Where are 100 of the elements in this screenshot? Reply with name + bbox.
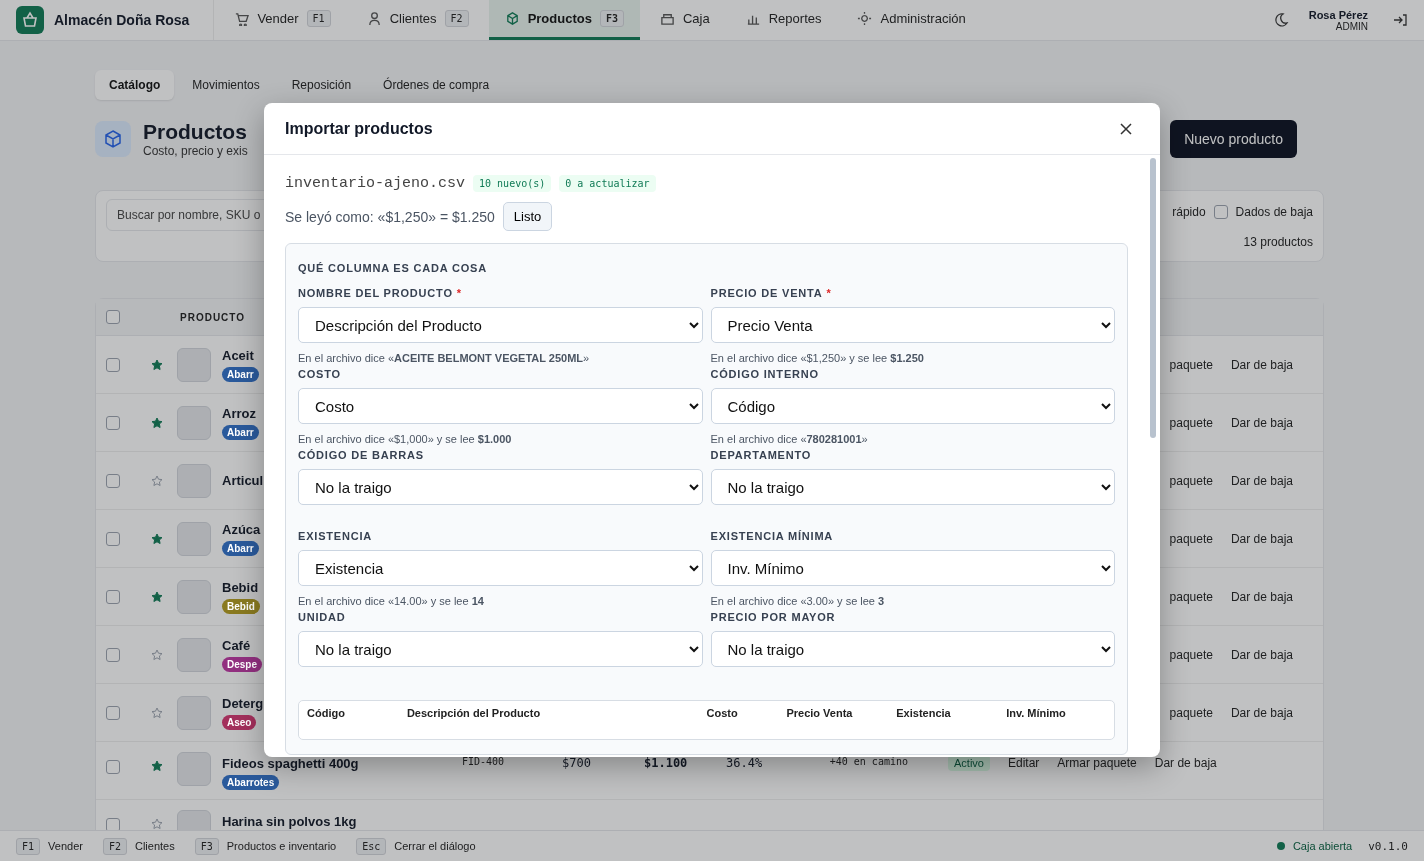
dialog-title: Importar productos: [285, 119, 433, 138]
nav-tab[interactable]: Clientes F2: [350, 0, 485, 40]
shortcut-key: F1: [16, 837, 41, 855]
shortcut-key: F2: [102, 837, 127, 855]
nav-tab[interactable]: Administración: [841, 0, 982, 40]
column-dropdown[interactable]: No la traigo: [710, 469, 1115, 505]
select-all-checkbox[interactable]: [106, 310, 120, 324]
star-icon[interactable]: [151, 416, 163, 429]
column-dropdown[interactable]: Costo: [298, 388, 703, 424]
column-dropdown[interactable]: Existencia: [298, 550, 703, 586]
star-icon[interactable]: [151, 818, 163, 830]
bundle-link[interactable]: paquete: [1169, 705, 1213, 720]
nav-tab[interactable]: Reportes: [729, 0, 838, 40]
bundle-link[interactable]: paquete: [1169, 589, 1213, 604]
subtab[interactable]: Catálogo: [95, 70, 175, 100]
bundle-link[interactable]: paquete: [1169, 531, 1213, 546]
price-cell-text: $1.100: [644, 756, 689, 770]
user-name: Rosa Pérez: [1308, 8, 1368, 21]
row-checkbox[interactable]: [106, 705, 120, 720]
product-name: Fideos spaghetti 400g: [222, 756, 360, 771]
deactivate-link[interactable]: Dar de baja: [1230, 647, 1293, 662]
bundle-link[interactable]: paquete: [1169, 415, 1213, 430]
section-title: QUÉ COLUMNA ES CADA COSA: [298, 262, 487, 274]
star-icon[interactable]: [151, 590, 163, 603]
new-product-button[interactable]: Nuevo producto: [1170, 120, 1297, 158]
deactivate-link[interactable]: Dar de baja: [1154, 756, 1217, 770]
star-icon[interactable]: [151, 358, 163, 371]
column-dropdown[interactable]: No la traigo: [298, 469, 703, 505]
row-checkbox[interactable]: [106, 357, 120, 372]
deactivate-link[interactable]: Dar de baja: [1230, 589, 1293, 604]
column-dropdown[interactable]: Descripción del Producto: [298, 307, 703, 343]
subtab[interactable]: Reposición: [277, 70, 366, 100]
product-name: Articul: [222, 473, 262, 488]
star-icon[interactable]: [151, 706, 163, 719]
margin-cell-text: 36.4%: [726, 756, 764, 770]
bundle-link[interactable]: paquete: [1169, 357, 1213, 372]
nav-tab[interactable]: Vender F1: [218, 0, 347, 40]
shortcut-key: F1: [306, 10, 331, 27]
subtab[interactable]: Órdenes de compra: [369, 70, 504, 100]
star-icon[interactable]: [151, 648, 163, 661]
star-icon[interactable]: [151, 760, 163, 772]
column-dropdown[interactable]: Inv. Mínimo: [710, 550, 1115, 586]
column-dropdown[interactable]: Código: [710, 388, 1115, 424]
deactivate-link[interactable]: Dar de baja: [1230, 705, 1293, 720]
nav-tab[interactable]: Caja: [644, 0, 726, 40]
checkbox-label: Dados de baja: [1235, 205, 1313, 219]
photo-placeholder: [177, 579, 211, 614]
register-icon: [660, 11, 675, 26]
category-tag: Despe: [222, 656, 262, 672]
deactivate-link[interactable]: Dar de baja: [1230, 415, 1293, 430]
bundle-link[interactable]: paquete: [1169, 647, 1213, 662]
row-checkbox[interactable]: [106, 589, 120, 604]
sample-hint: En el archivo dice «780281001»: [710, 433, 868, 445]
deactivate-link[interactable]: Dar de baja: [1230, 531, 1293, 546]
column-dropdown[interactable]: Precio Venta: [710, 307, 1115, 343]
photo-placeholder: [177, 521, 211, 556]
required-mark: *: [826, 287, 832, 301]
cart-icon: [234, 11, 250, 26]
field-label: CÓDIGO INTERNO: [710, 368, 819, 382]
scrollbar-thumb[interactable]: [1150, 158, 1156, 438]
star-icon[interactable]: [151, 532, 163, 545]
bundle-link[interactable]: Armar paquete: [1057, 756, 1137, 770]
status-dot-icon: [1276, 842, 1285, 850]
subtab[interactable]: Movimientos: [178, 70, 274, 100]
field-label: NOMBRE DEL PRODUCTO: [298, 287, 453, 301]
product-name: Aceit: [222, 347, 255, 363]
store-name: Almacén Doña Rosa: [54, 12, 190, 28]
column-dropdown[interactable]: No la traigo: [298, 631, 703, 667]
edit-link[interactable]: Editar: [1008, 756, 1040, 770]
product-name: Café: [222, 637, 252, 653]
deactivate-link[interactable]: Dar de baja: [1230, 357, 1293, 372]
column-header: PRODUCTO: [180, 311, 246, 323]
row-checkbox[interactable]: [106, 647, 120, 662]
field-label: PRECIO DE VENTA: [710, 287, 823, 301]
category-tag: Abarr: [222, 424, 259, 440]
column-dropdown[interactable]: No la traigo: [710, 631, 1115, 667]
column-header: Precio Venta: [786, 707, 854, 721]
gear-icon: [857, 11, 873, 26]
bundle-link[interactable]: paquete: [1169, 473, 1213, 488]
column-header: Código: [307, 707, 346, 721]
category-tag: Aseo: [222, 714, 257, 730]
product-count: 13 productos: [1243, 235, 1313, 249]
star-icon[interactable]: [151, 474, 163, 487]
moon-icon[interactable]: [1272, 12, 1289, 28]
category-tag: Abarr: [222, 366, 259, 382]
close-icon[interactable]: [1120, 122, 1132, 135]
ok-button[interactable]: Listo: [502, 202, 553, 231]
sample-hint: En el archivo dice «14.00» y se lee 14: [298, 595, 484, 607]
field-label: COSTO: [298, 368, 341, 382]
row-checkbox[interactable]: [106, 473, 120, 488]
deactivate-link[interactable]: Dar de baja: [1230, 473, 1293, 488]
row-checkbox[interactable]: [106, 760, 120, 774]
category-tag: Bebid: [222, 598, 260, 614]
row-checkbox[interactable]: [106, 415, 120, 430]
checkbox[interactable]: [1213, 205, 1228, 219]
field-label: EXISTENCIA MÍNIMA: [710, 530, 834, 544]
row-checkbox[interactable]: [106, 531, 120, 546]
nav-tab[interactable]: Productos F3: [488, 0, 640, 40]
quick-mode-label: rápido: [1172, 205, 1206, 219]
logout-icon[interactable]: [1392, 12, 1408, 28]
